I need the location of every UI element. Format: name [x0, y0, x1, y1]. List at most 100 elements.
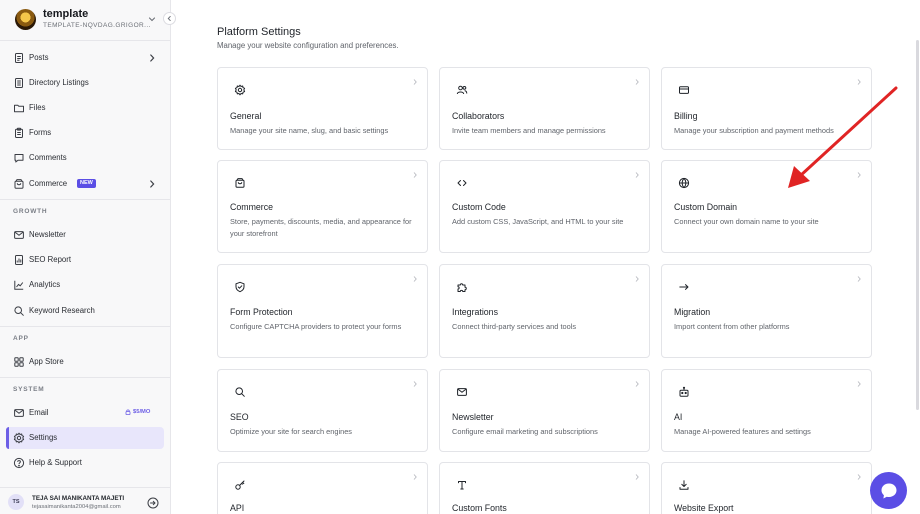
sidebar-item-forms[interactable]: Forms — [6, 122, 164, 144]
settings-card-website-export[interactable]: Website Export — [661, 462, 872, 514]
chevron-down-icon — [148, 17, 156, 22]
card-description: Add custom CSS, JavaScript, and HTML to … — [452, 217, 624, 226]
report-icon — [15, 255, 23, 265]
chevron-right-icon — [857, 79, 861, 85]
user-email: tejasaimanikanta2004@gmail.com — [32, 504, 121, 510]
download-icon — [679, 480, 689, 490]
globe-icon — [678, 177, 690, 189]
card-title: Custom Fonts — [452, 503, 507, 513]
divider — [0, 377, 171, 378]
card-title: SEO — [230, 412, 249, 422]
bag-icon — [14, 179, 24, 189]
sidebar-item-label: Newsletter — [29, 230, 66, 239]
settings-card-api[interactable]: API — [217, 462, 428, 514]
shield-check-icon — [235, 281, 245, 293]
lock-icon — [125, 409, 131, 415]
credit-card-icon — [679, 86, 689, 94]
settings-card-custom-code[interactable]: Custom Code Add custom CSS, JavaScript, a… — [439, 160, 650, 253]
chevron-right-icon — [413, 474, 417, 480]
card-title: Billing — [674, 111, 698, 121]
card-title: API — [230, 503, 245, 513]
users-icon — [456, 85, 468, 95]
sidebar-item-label: Directory Listings — [29, 78, 89, 87]
chevron-right-icon — [857, 381, 861, 387]
help-icon — [13, 457, 25, 469]
card-description: Configure CAPTCHA providers to protect y… — [230, 322, 402, 331]
mail-icon — [14, 409, 24, 417]
settings-card-commerce[interactable]: Commerce Store, payments, discounts, medi… — [217, 160, 428, 253]
card-title: Migration — [674, 307, 711, 317]
sidebar-item-commerce[interactable]: Commerce NEW — [6, 173, 164, 195]
sidebar-item-directory-listings[interactable]: Directory Listings — [6, 72, 164, 94]
sidebar-item-analytics[interactable]: Analytics — [6, 274, 164, 296]
card-title: Integrations — [452, 307, 498, 317]
sidebar-item-label: App Store — [29, 357, 64, 366]
folder-icon — [14, 104, 24, 113]
chat-bubble-icon — [881, 483, 896, 498]
arrow-right-icon — [679, 284, 689, 290]
card-description: Configure email marketing and subscripti… — [452, 427, 598, 436]
sidebar-item-label: Email — [29, 408, 49, 417]
settings-card-collaborators[interactable]: Collaborators Invite team members and man… — [439, 67, 650, 150]
card-description: Manage your site name, slug, and basic s… — [230, 126, 389, 135]
settings-card-custom-fonts[interactable]: Custom Fonts — [439, 462, 650, 514]
user-name: TEJA SAI MANIKANTA MAJETI — [32, 495, 125, 502]
settings-card-billing[interactable]: Billing Manage your subscription and paym… — [661, 67, 872, 150]
chevron-right-icon — [635, 172, 639, 178]
sidebar-item-label: Comments — [29, 153, 67, 162]
chevron-right-icon — [413, 172, 417, 178]
settings-card-form-protection[interactable]: Form Protection Configure CAPTCHA provide… — [217, 264, 428, 358]
sidebar-item-label: Posts — [29, 53, 49, 62]
collapse-sidebar-button[interactable] — [163, 12, 176, 25]
grid-icon — [14, 357, 24, 367]
sidebar-item-files[interactable]: Files — [6, 97, 164, 119]
sidebar-item-label: Forms — [29, 128, 52, 137]
clipboard-icon — [15, 127, 23, 138]
sidebar-item-app-store[interactable]: App Store — [6, 351, 164, 373]
sidebar-item-email[interactable]: Email $5/MO — [6, 402, 164, 424]
card-description: Store, payments, discounts, media, and a… — [230, 217, 412, 238]
chevron-right-icon — [150, 54, 155, 62]
site-subdomain: TEMPLATE-NQVDAG.GRIGOR... — [43, 22, 151, 29]
user-profile[interactable]: TS TEJA SAI MANIKANTA MAJETI tejasaimani… — [0, 488, 171, 514]
sidebar: template TEMPLATE-NQVDAG.GRIGOR... Posts… — [0, 0, 176, 514]
card-description: Manage your subscription and payment met… — [674, 126, 834, 135]
settings-card-ai[interactable]: AI Manage AI-powered features and setting… — [661, 369, 872, 452]
settings-card-integrations[interactable]: Integrations Connect third-party services… — [439, 264, 650, 358]
card-description: Connect third-party services and tools — [452, 322, 577, 331]
sidebar-item-posts[interactable]: Posts — [6, 47, 164, 69]
logout-icon[interactable] — [147, 497, 159, 509]
card-description: Manage AI-powered features and settings — [674, 427, 811, 436]
sidebar-item-label: SEO Report — [29, 255, 72, 264]
settings-card-seo[interactable]: SEO Optimize your site for search engines — [217, 369, 428, 452]
chevron-right-icon — [413, 276, 417, 282]
robot-icon — [679, 386, 689, 397]
chevron-right-icon — [635, 79, 639, 85]
new-badge: NEW — [77, 179, 96, 188]
chat-support-button[interactable] — [870, 472, 907, 509]
mail-icon — [457, 388, 467, 396]
sidebar-item-keyword-research[interactable]: Keyword Research — [6, 300, 164, 322]
sidebar-item-comments[interactable]: Comments — [6, 147, 164, 169]
chevron-right-icon — [413, 79, 417, 85]
site-switcher[interactable]: template TEMPLATE-NQVDAG.GRIGOR... — [0, 0, 171, 40]
scrollbar[interactable] — [916, 40, 919, 410]
section-label: APP — [13, 335, 29, 342]
settings-card-general[interactable]: General Manage your site name, slug, and … — [217, 67, 428, 150]
sidebar-item-seo-report[interactable]: SEO Report — [6, 249, 164, 271]
sidebar-item-settings[interactable]: Settings — [6, 427, 164, 449]
card-title: General — [230, 111, 262, 121]
code-icon — [457, 180, 467, 186]
sidebar-item-help-support[interactable]: Help & Support — [6, 452, 164, 474]
settings-card-custom-domain[interactable]: Custom Domain Connect your own domain nam… — [661, 160, 872, 253]
settings-card-newsletter[interactable]: Newsletter Configure email marketing and … — [439, 369, 650, 452]
sidebar-item-label: Commerce — [29, 179, 68, 188]
settings-card-migration[interactable]: Migration Import content from other platf… — [661, 264, 872, 358]
price-badge: $5/MO — [125, 409, 150, 415]
sidebar-item-newsletter[interactable]: Newsletter — [6, 224, 164, 246]
card-title: Form Protection — [230, 307, 293, 317]
bag-icon — [235, 178, 245, 188]
sidebar-item-label: Analytics — [29, 280, 61, 289]
mail-icon — [14, 231, 24, 239]
chevron-right-icon — [857, 276, 861, 282]
